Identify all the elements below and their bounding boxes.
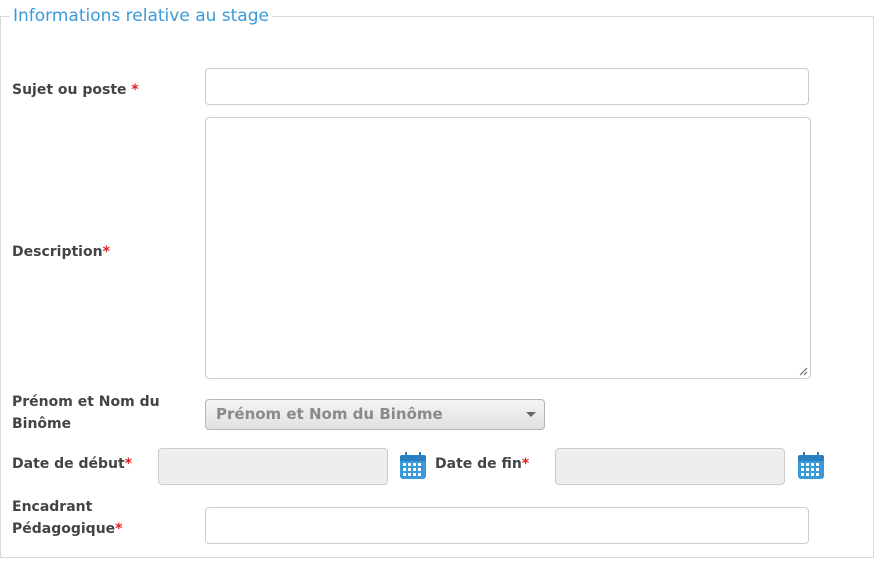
description-label: Description* (12, 244, 110, 260)
start-date-label: Date de début* (12, 456, 133, 472)
end-date-input[interactable] (555, 448, 785, 485)
binome-label: Prénom et Nom du Binôme (12, 394, 160, 432)
end-date-label: Date de fin* (435, 456, 530, 472)
start-date-input[interactable] (158, 448, 388, 485)
required-mark: * (124, 456, 133, 472)
resize-handle-icon[interactable] (798, 366, 808, 376)
required-mark: * (521, 456, 530, 472)
binome-select[interactable]: Prénom et Nom du Binôme (205, 399, 545, 430)
required-mark: * (102, 244, 110, 260)
subject-label: Sujet ou poste * (12, 82, 139, 98)
chevron-down-icon (526, 412, 536, 417)
calendar-icon[interactable] (796, 451, 826, 481)
calendar-icon[interactable] (398, 451, 428, 481)
required-mark: * (131, 82, 139, 98)
supervisor-input[interactable] (205, 507, 809, 544)
supervisor-label: Encadrant Pédagogique* (12, 499, 123, 537)
subject-input[interactable] (205, 68, 809, 105)
description-textarea[interactable] (205, 117, 811, 379)
required-mark: * (115, 521, 123, 537)
fieldset-legend: Informations relative au stage (10, 5, 272, 27)
